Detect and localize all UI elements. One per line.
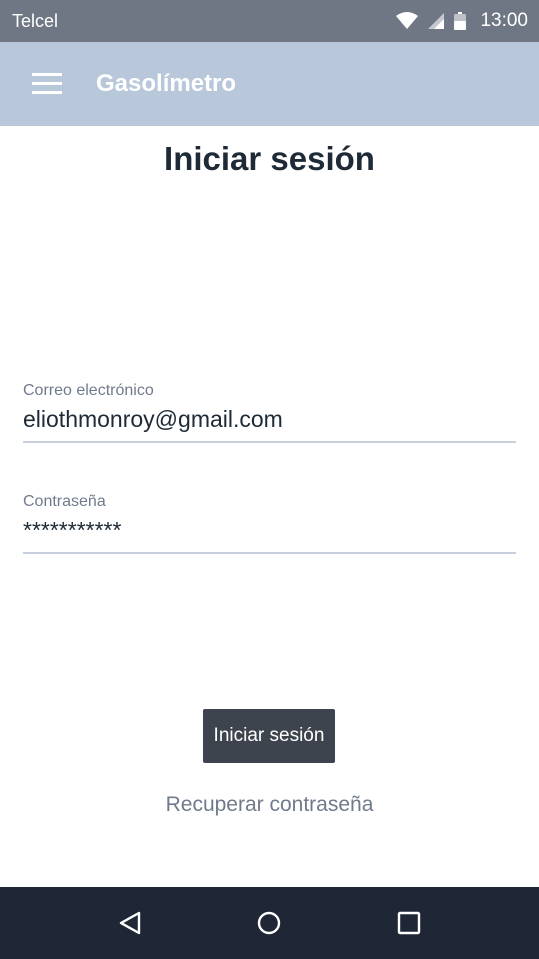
status-icons: 13:00 <box>396 10 528 32</box>
email-label: Correo electrónico <box>23 382 154 399</box>
battery-icon <box>454 12 467 30</box>
login-button[interactable]: Iniciar sesión <box>203 709 335 763</box>
password-field-group: Contraseña <box>23 493 516 554</box>
email-field[interactable] <box>23 400 516 443</box>
hamburger-menu-icon[interactable] <box>0 42 96 126</box>
recents-icon[interactable] <box>379 893 439 953</box>
recover-password-link[interactable]: Recuperar contraseña <box>0 793 539 817</box>
app-title: Gasolímetro <box>96 70 237 97</box>
carrier-name: Telcel <box>12 10 59 31</box>
status-bar: Telcel 13:00 <box>0 0 539 42</box>
navigation-bar <box>0 887 539 959</box>
email-field-group: Correo electrónico <box>23 382 516 443</box>
back-icon[interactable] <box>100 893 160 953</box>
signal-icon <box>428 13 445 29</box>
status-time: 13:00 <box>480 10 528 31</box>
app-bar: Gasolímetro <box>0 42 539 126</box>
wifi-icon <box>396 12 419 30</box>
password-label: Contraseña <box>23 493 106 510</box>
home-icon[interactable] <box>239 893 299 953</box>
page-title: Iniciar sesión <box>164 140 375 177</box>
password-field[interactable] <box>23 511 516 554</box>
